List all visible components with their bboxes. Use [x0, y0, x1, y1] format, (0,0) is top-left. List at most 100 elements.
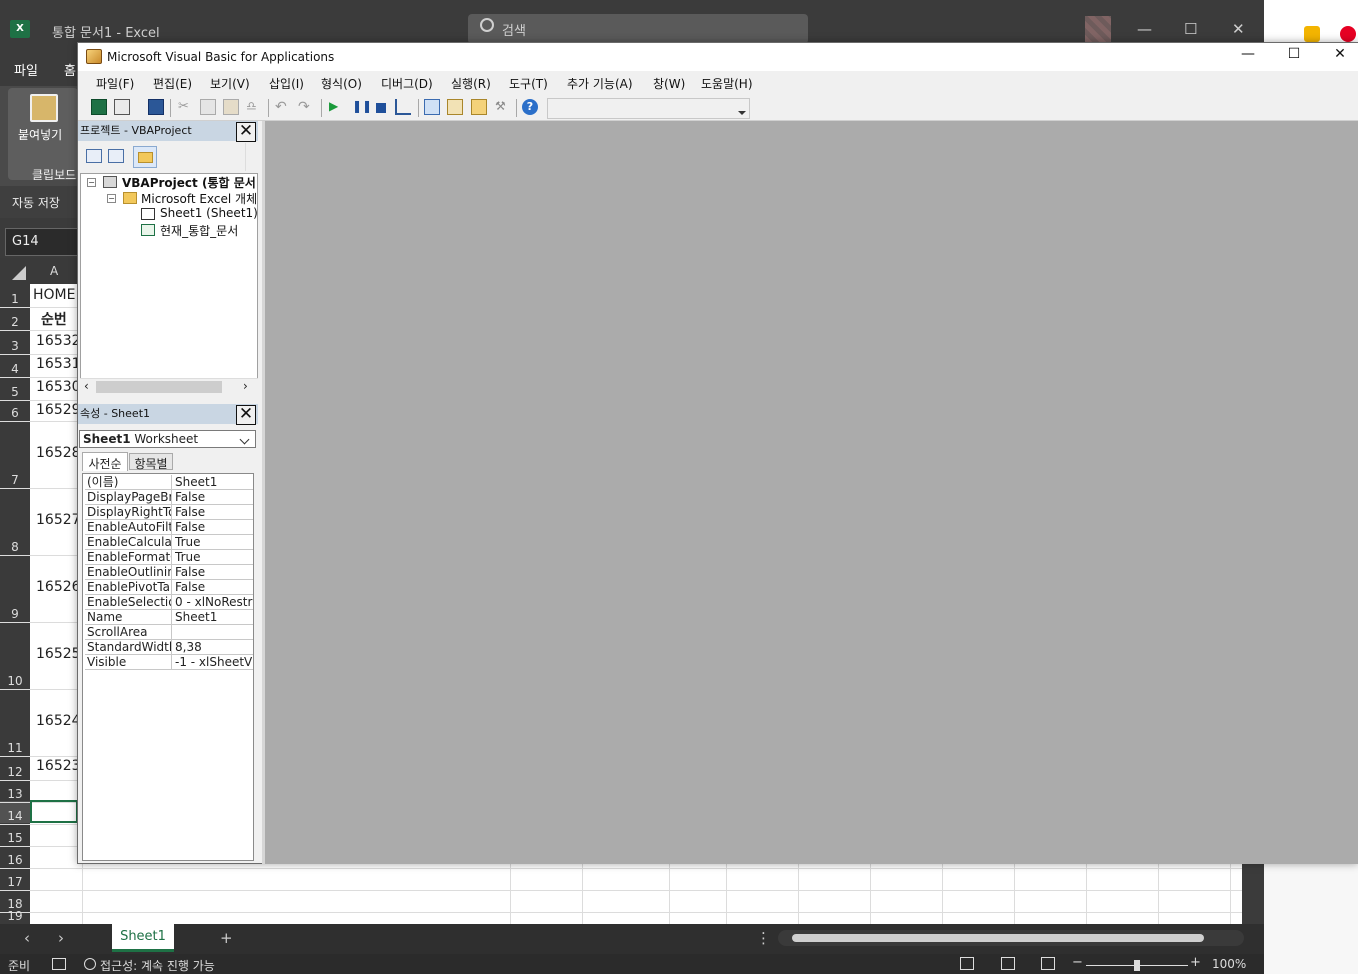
autosave-label[interactable]: 자동 저장 [12, 194, 60, 211]
cell-a[interactable]: 순번 [41, 309, 67, 329]
row-header[interactable]: 19 [0, 909, 30, 923]
design-mode-icon[interactable] [395, 99, 411, 115]
row-header[interactable]: 14 [0, 809, 30, 823]
view-object-icon[interactable] [108, 149, 124, 163]
cell-a[interactable]: 16527 [36, 512, 81, 528]
menu-insert[interactable]: 삽입(I) [269, 75, 304, 92]
collapse-icon[interactable]: − [107, 194, 116, 203]
selected-cell[interactable] [30, 800, 78, 823]
row-header[interactable]: 10 [0, 674, 30, 688]
tree-item-sheet1[interactable]: Sheet1 (Sheet1) [160, 206, 257, 220]
menu-window[interactable]: 창(W) [653, 75, 685, 92]
macro-recording-icon[interactable] [52, 958, 66, 970]
row-header[interactable]: 4 [0, 362, 30, 376]
property-row[interactable]: DisplayPageBreaksFalse [85, 490, 253, 505]
pinterest-extension-icon[interactable] [1340, 26, 1356, 42]
property-row[interactable]: EnableOutliningFalse [85, 565, 253, 580]
row-header[interactable]: 5 [0, 385, 30, 399]
cell-a[interactable]: 16529 [36, 402, 81, 418]
more-options-icon[interactable]: ⋮ [756, 929, 771, 947]
excel-vertical-scrollbar[interactable] [1242, 864, 1264, 924]
property-value[interactable]: 0 - xlNoRestrictions [175, 595, 253, 610]
properties-pane-close-icon[interactable]: ✕ [236, 405, 256, 425]
tree-item-this-workbook[interactable]: 현재_통합_문서 [160, 222, 238, 239]
excel-minimize-icon[interactable]: — [1137, 20, 1152, 38]
ribbon-tab-file[interactable]: 파일 [14, 60, 38, 79]
cell-a[interactable]: 16530 [36, 379, 81, 395]
property-value[interactable]: True [175, 550, 253, 565]
save-icon[interactable] [148, 99, 164, 115]
property-row[interactable]: EnableCalculationTrue [85, 535, 253, 550]
redo-icon[interactable]: ↷ [298, 99, 314, 115]
object-browser-icon[interactable] [471, 99, 487, 115]
row-header[interactable]: 2 [0, 315, 30, 329]
column-header-a[interactable]: A [50, 264, 58, 278]
paste-icon[interactable] [223, 99, 239, 115]
vba-maximize-button[interactable]: ☐ [1272, 46, 1316, 68]
property-row[interactable]: StandardWidth 8,38 [85, 640, 253, 655]
property-row[interactable]: (이름) Sheet1 [85, 475, 253, 490]
property-value[interactable]: False [175, 490, 253, 505]
property-value[interactable]: Sheet1 [175, 610, 253, 625]
zoom-in-button[interactable]: + [1190, 955, 1201, 970]
view-excel-icon[interactable] [91, 99, 107, 115]
cell-a[interactable]: HOME [33, 287, 75, 303]
zoom-slider-thumb[interactable] [1134, 960, 1140, 971]
property-row[interactable]: Name Sheet1 [85, 610, 253, 625]
property-row[interactable]: EnableSelection0 - xlNoRestrictions [85, 595, 253, 610]
page-layout-view-icon[interactable] [1001, 957, 1015, 970]
row-header[interactable]: 1 [0, 292, 30, 306]
property-value[interactable]: False [175, 505, 253, 520]
property-value[interactable]: Sheet1 [175, 475, 253, 490]
select-all-corner[interactable] [12, 266, 26, 280]
property-row[interactable]: EnableFormatConditionsCalculationTrue [85, 550, 253, 565]
break-icon[interactable]: ❚❚ [352, 99, 372, 115]
property-row[interactable]: Visible-1 - xlSheetVisible [85, 655, 253, 670]
property-row[interactable]: DisplayRightToLeftFalse [85, 505, 253, 520]
row-header[interactable]: 16 [0, 853, 30, 867]
menu-help[interactable]: 도움말(H) [701, 75, 753, 92]
toggle-folders-icon[interactable] [133, 146, 157, 168]
normal-view-icon[interactable] [960, 957, 974, 970]
cell-a[interactable]: 16523 [36, 758, 81, 774]
excel-hscroll-thumb[interactable] [792, 934, 1204, 942]
cell-a[interactable]: 16525 [36, 646, 81, 662]
menu-file[interactable]: 파일(F) [96, 75, 134, 92]
property-value[interactable] [175, 625, 253, 640]
row-header[interactable]: 9 [0, 607, 30, 621]
excel-maximize-icon[interactable]: ☐ [1184, 20, 1197, 38]
property-value[interactable]: True [175, 535, 253, 550]
row-header[interactable]: 11 [0, 741, 30, 755]
toolbox-icon[interactable]: ⚒ [495, 99, 511, 115]
ribbon-tab-home[interactable]: 홈 [64, 60, 76, 79]
find-icon[interactable]: ♎ [246, 99, 262, 115]
code-window-area[interactable] [265, 121, 1358, 864]
property-row[interactable]: EnableAutoFilterFalse [85, 520, 253, 535]
project-pane-close-icon[interactable]: ✕ [236, 122, 256, 142]
menu-view[interactable]: 보기(V) [210, 75, 250, 92]
avatar[interactable] [1085, 16, 1111, 42]
zoom-out-button[interactable]: − [1072, 955, 1083, 970]
property-row[interactable]: EnablePivotTableFalse [85, 580, 253, 595]
property-value[interactable]: False [175, 520, 253, 535]
undo-icon[interactable]: ↶ [275, 99, 291, 115]
object-selector[interactable]: Sheet1 Worksheet [79, 430, 256, 448]
row-header[interactable]: 7 [0, 473, 30, 487]
prev-sheet-icon[interactable]: ‹ [24, 929, 30, 947]
cell-a[interactable]: 16532 [36, 333, 81, 349]
project-toolbar-scroll[interactable] [245, 143, 258, 171]
property-value[interactable]: False [175, 565, 253, 580]
status-accessibility[interactable]: 접근성: 계속 진행 가능 [100, 957, 215, 974]
row-header[interactable]: 15 [0, 831, 30, 845]
property-value[interactable]: -1 - xlSheetVisible [175, 655, 253, 670]
add-sheet-button[interactable]: + [220, 929, 233, 947]
excel-search-box[interactable]: 검색 [468, 14, 808, 44]
vba-minimize-button[interactable]: — [1226, 46, 1270, 68]
reset-icon[interactable] [376, 103, 386, 113]
tree-item-excel-objects[interactable]: Microsoft Excel 개체 [141, 190, 257, 207]
menu-addins[interactable]: 추가 기능(A) [567, 75, 633, 92]
insert-module-icon[interactable] [114, 99, 130, 115]
next-sheet-icon[interactable]: › [58, 929, 64, 947]
properties-window-icon[interactable] [447, 99, 463, 115]
menu-debug[interactable]: 디버그(D) [381, 75, 433, 92]
